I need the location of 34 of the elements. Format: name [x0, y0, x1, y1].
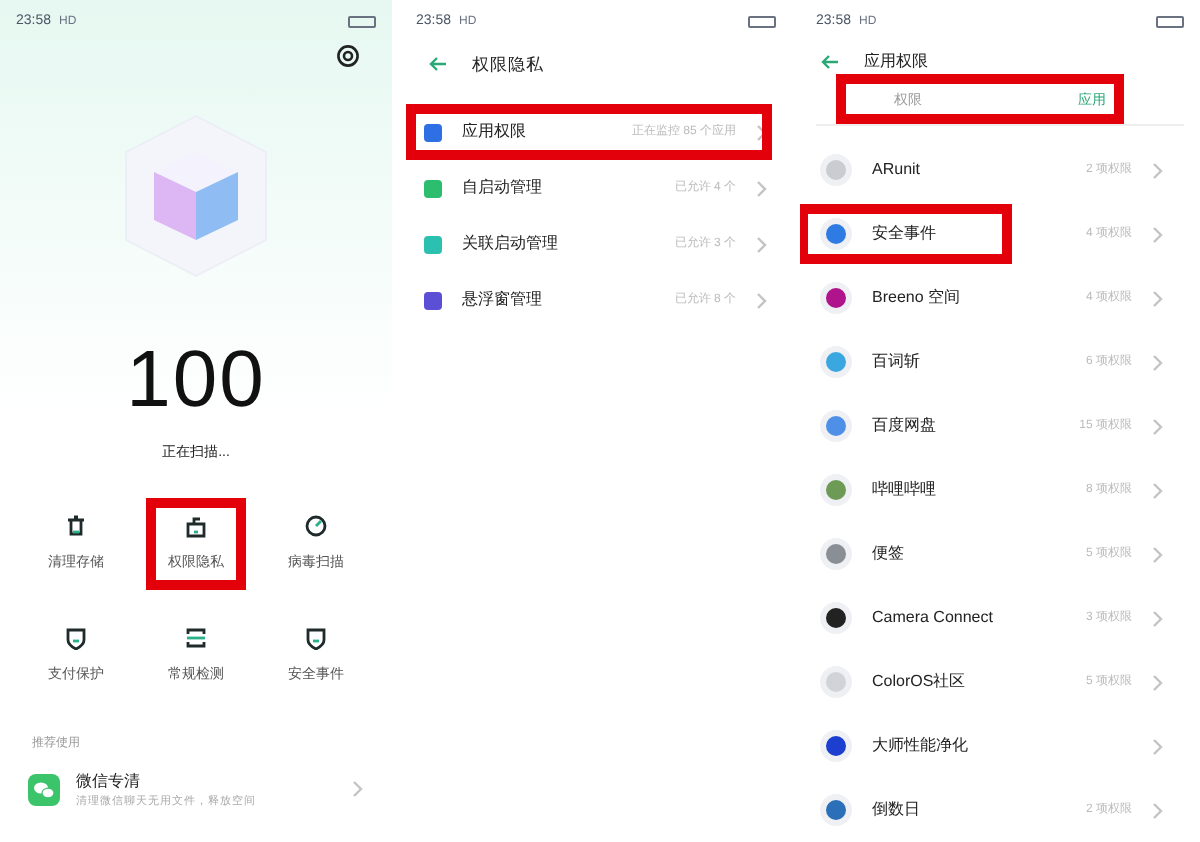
chevron-icon [756, 291, 768, 309]
battery-icon [348, 16, 376, 28]
chevron-icon [352, 780, 364, 799]
chevron-icon [1152, 225, 1164, 243]
app-row[interactable]: 大师性能净化 [800, 714, 1172, 778]
chevron-icon [1152, 161, 1164, 179]
shield-icon [64, 626, 88, 650]
scan-icon [184, 626, 208, 650]
chevron-icon [1152, 609, 1164, 627]
chevron-icon [756, 123, 768, 141]
chevron-icon [1152, 481, 1164, 499]
chevron-icon [1152, 289, 1164, 307]
settings-icon[interactable] [336, 44, 360, 68]
chevron-icon [1152, 737, 1164, 755]
gauge-icon [304, 513, 328, 537]
chevron-icon [1152, 353, 1164, 371]
back-arrow-icon [428, 56, 448, 72]
trash-icon [64, 513, 88, 537]
battery-icon [1156, 16, 1184, 28]
shield-icon [304, 626, 328, 650]
chat-bubbles-icon [28, 773, 60, 806]
page-title: 权限隐私 [472, 51, 544, 77]
battery-icon [748, 16, 776, 28]
score-number: 100 [124, 340, 268, 420]
page-title: 应用权限 [864, 50, 928, 75]
chevron-icon [756, 179, 768, 197]
chevron-icon [1152, 673, 1164, 691]
recommend-title: 微信专清 [76, 769, 142, 793]
chevron-icon [1152, 545, 1164, 563]
chevron-icon [1152, 801, 1164, 819]
padlock-icon [184, 513, 208, 537]
back-arrow-icon [820, 54, 840, 71]
chevron-icon [756, 235, 768, 253]
chevron-icon [1152, 417, 1164, 435]
